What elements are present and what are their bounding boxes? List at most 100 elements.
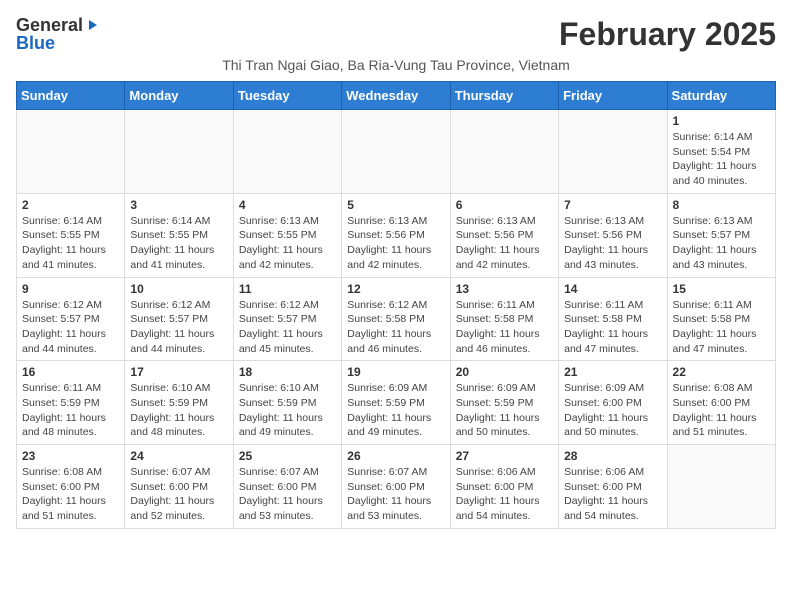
day-number: 9	[22, 282, 119, 296]
day-info: Sunrise: 6:13 AM Sunset: 5:56 PM Dayligh…	[347, 214, 444, 273]
calendar-cell: 6 Sunrise: 6:13 AM Sunset: 5:56 PM Daylig…	[450, 193, 558, 277]
day-info: Sunrise: 6:11 AM Sunset: 5:58 PM Dayligh…	[456, 298, 553, 357]
subtitle: Thi Tran Ngai Giao, Ba Ria-Vung Tau Prov…	[16, 57, 776, 73]
calendar-week-5: 23 Sunrise: 6:08 AM Sunset: 6:00 PM Dayli…	[17, 445, 776, 529]
day-info: Sunrise: 6:07 AM Sunset: 6:00 PM Dayligh…	[347, 465, 444, 524]
day-info: Sunrise: 6:13 AM Sunset: 5:56 PM Dayligh…	[456, 214, 553, 273]
day-info: Sunrise: 6:09 AM Sunset: 6:00 PM Dayligh…	[564, 381, 661, 440]
calendar-week-2: 2 Sunrise: 6:14 AM Sunset: 5:55 PM Daylig…	[17, 193, 776, 277]
calendar-cell: 8Sunrise: 6:13 AM Sunset: 5:57 PM Daylig…	[667, 193, 775, 277]
day-info: Sunrise: 6:07 AM Sunset: 6:00 PM Dayligh…	[130, 465, 227, 524]
day-number: 28	[564, 449, 661, 463]
day-number: 14	[564, 282, 661, 296]
day-number: 20	[456, 365, 553, 379]
day-header-tuesday: Tuesday	[233, 82, 341, 110]
day-header-thursday: Thursday	[450, 82, 558, 110]
day-info: Sunrise: 6:12 AM Sunset: 5:58 PM Dayligh…	[347, 298, 444, 357]
calendar-cell: 12 Sunrise: 6:12 AM Sunset: 5:58 PM Dayli…	[342, 277, 450, 361]
day-info: Sunrise: 6:12 AM Sunset: 5:57 PM Dayligh…	[22, 298, 119, 357]
day-number: 10	[130, 282, 227, 296]
day-number: 11	[239, 282, 336, 296]
day-info: Sunrise: 6:11 AM Sunset: 5:59 PM Dayligh…	[22, 381, 119, 440]
calendar-cell	[17, 110, 125, 194]
calendar-cell: 15 Sunrise: 6:11 AM Sunset: 5:58 PM Dayli…	[667, 277, 775, 361]
calendar-cell: 21 Sunrise: 6:09 AM Sunset: 6:00 PM Dayli…	[559, 361, 667, 445]
day-header-friday: Friday	[559, 82, 667, 110]
calendar-cell: 22 Sunrise: 6:08 AM Sunset: 6:00 PM Dayli…	[667, 361, 775, 445]
day-number: 25	[239, 449, 336, 463]
day-info: Sunrise: 6:14 AM Sunset: 5:55 PM Dayligh…	[22, 214, 119, 273]
day-number: 2	[22, 198, 119, 212]
day-number: 6	[456, 198, 553, 212]
day-info: Sunrise: 6:10 AM Sunset: 5:59 PM Dayligh…	[130, 381, 227, 440]
calendar-cell: 18 Sunrise: 6:10 AM Sunset: 5:59 PM Dayli…	[233, 361, 341, 445]
day-number: 19	[347, 365, 444, 379]
day-number: 26	[347, 449, 444, 463]
day-info: Sunrise: 6:09 AM Sunset: 5:59 PM Dayligh…	[456, 381, 553, 440]
day-header-wednesday: Wednesday	[342, 82, 450, 110]
calendar-cell: 13 Sunrise: 6:11 AM Sunset: 5:58 PM Dayli…	[450, 277, 558, 361]
day-number: 13	[456, 282, 553, 296]
calendar-cell	[450, 110, 558, 194]
calendar-cell: 3 Sunrise: 6:14 AM Sunset: 5:55 PM Daylig…	[125, 193, 233, 277]
day-info: Sunrise: 6:06 AM Sunset: 6:00 PM Dayligh…	[456, 465, 553, 524]
calendar-cell: 7Sunrise: 6:13 AM Sunset: 5:56 PM Daylig…	[559, 193, 667, 277]
calendar-cell: 4 Sunrise: 6:13 AM Sunset: 5:55 PM Daylig…	[233, 193, 341, 277]
day-number: 23	[22, 449, 119, 463]
logo-icon	[85, 18, 99, 32]
calendar-cell: 28 Sunrise: 6:06 AM Sunset: 6:00 PM Dayli…	[559, 445, 667, 529]
day-info: Sunrise: 6:12 AM Sunset: 5:57 PM Dayligh…	[130, 298, 227, 357]
day-header-monday: Monday	[125, 82, 233, 110]
day-info: Sunrise: 6:06 AM Sunset: 6:00 PM Dayligh…	[564, 465, 661, 524]
day-info: Sunrise: 6:09 AM Sunset: 5:59 PM Dayligh…	[347, 381, 444, 440]
calendar-cell	[667, 445, 775, 529]
day-info: Sunrise: 6:13 AM Sunset: 5:57 PM Dayligh…	[673, 214, 770, 273]
logo-general-text: General	[16, 16, 83, 34]
day-number: 12	[347, 282, 444, 296]
day-number: 3	[130, 198, 227, 212]
calendar-cell	[125, 110, 233, 194]
calendar-week-4: 16 Sunrise: 6:11 AM Sunset: 5:59 PM Dayli…	[17, 361, 776, 445]
calendar-cell: 17 Sunrise: 6:10 AM Sunset: 5:59 PM Dayli…	[125, 361, 233, 445]
page-header: General Blue February 2025	[16, 16, 776, 53]
calendar-header-row: SundayMondayTuesdayWednesdayThursdayFrid…	[17, 82, 776, 110]
day-header-saturday: Saturday	[667, 82, 775, 110]
calendar: SundayMondayTuesdayWednesdayThursdayFrid…	[16, 81, 776, 529]
day-info: Sunrise: 6:11 AM Sunset: 5:58 PM Dayligh…	[673, 298, 770, 357]
day-info: Sunrise: 6:08 AM Sunset: 6:00 PM Dayligh…	[22, 465, 119, 524]
day-info: Sunrise: 6:12 AM Sunset: 5:57 PM Dayligh…	[239, 298, 336, 357]
calendar-cell: 5Sunrise: 6:13 AM Sunset: 5:56 PM Daylig…	[342, 193, 450, 277]
calendar-cell: 2 Sunrise: 6:14 AM Sunset: 5:55 PM Daylig…	[17, 193, 125, 277]
day-info: Sunrise: 6:08 AM Sunset: 6:00 PM Dayligh…	[673, 381, 770, 440]
calendar-cell: 10 Sunrise: 6:12 AM Sunset: 5:57 PM Dayli…	[125, 277, 233, 361]
calendar-cell: 20 Sunrise: 6:09 AM Sunset: 5:59 PM Dayli…	[450, 361, 558, 445]
calendar-cell: 25Sunrise: 6:07 AM Sunset: 6:00 PM Dayli…	[233, 445, 341, 529]
calendar-cell	[342, 110, 450, 194]
day-number: 17	[130, 365, 227, 379]
calendar-cell: 9 Sunrise: 6:12 AM Sunset: 5:57 PM Daylig…	[17, 277, 125, 361]
calendar-cell: 1 Sunrise: 6:14 AM Sunset: 5:54 PM Daylig…	[667, 110, 775, 194]
calendar-cell	[559, 110, 667, 194]
calendar-week-1: 1 Sunrise: 6:14 AM Sunset: 5:54 PM Daylig…	[17, 110, 776, 194]
calendar-cell	[233, 110, 341, 194]
logo: General Blue	[16, 16, 99, 52]
day-number: 22	[673, 365, 770, 379]
day-header-sunday: Sunday	[17, 82, 125, 110]
calendar-cell: 23 Sunrise: 6:08 AM Sunset: 6:00 PM Dayli…	[17, 445, 125, 529]
calendar-cell: 16 Sunrise: 6:11 AM Sunset: 5:59 PM Dayli…	[17, 361, 125, 445]
day-number: 1	[673, 114, 770, 128]
day-info: Sunrise: 6:13 AM Sunset: 5:55 PM Dayligh…	[239, 214, 336, 273]
day-info: Sunrise: 6:10 AM Sunset: 5:59 PM Dayligh…	[239, 381, 336, 440]
day-number: 24	[130, 449, 227, 463]
day-number: 16	[22, 365, 119, 379]
day-number: 18	[239, 365, 336, 379]
month-title: February 2025	[559, 16, 776, 53]
day-number: 4	[239, 198, 336, 212]
day-info: Sunrise: 6:14 AM Sunset: 5:54 PM Dayligh…	[673, 130, 770, 189]
day-number: 15	[673, 282, 770, 296]
calendar-cell: 27Sunrise: 6:06 AM Sunset: 6:00 PM Dayli…	[450, 445, 558, 529]
day-info: Sunrise: 6:13 AM Sunset: 5:56 PM Dayligh…	[564, 214, 661, 273]
calendar-cell: 24 Sunrise: 6:07 AM Sunset: 6:00 PM Dayli…	[125, 445, 233, 529]
day-info: Sunrise: 6:14 AM Sunset: 5:55 PM Dayligh…	[130, 214, 227, 273]
day-number: 21	[564, 365, 661, 379]
